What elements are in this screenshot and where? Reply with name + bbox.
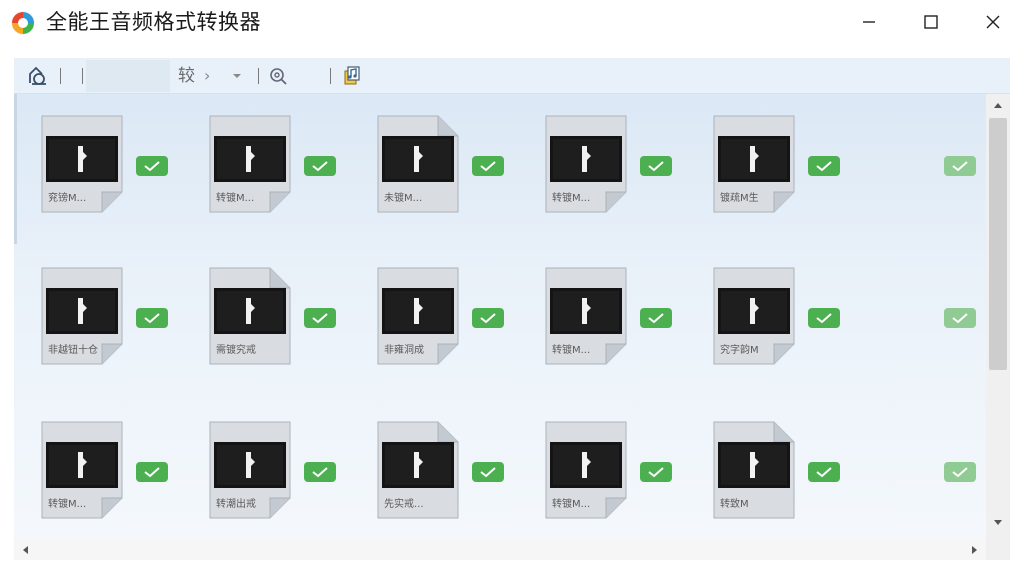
checkmark-icon [480, 161, 496, 172]
close-button[interactable] [962, 0, 1024, 44]
file-name-label: 需镀究戒 [216, 345, 256, 356]
checkmark-icon [648, 161, 664, 172]
file-name-label: 转镀M... [552, 345, 591, 356]
checkmark-icon [648, 313, 664, 324]
converted-checkbox[interactable] [808, 156, 840, 176]
toolbar: 较 › [14, 58, 1010, 94]
vertical-scroll-thumb[interactable] [989, 118, 1007, 370]
checkmark-icon [952, 313, 968, 324]
file-tile[interactable]: 究字韵M [712, 266, 796, 366]
breadcrumb-chevron: › [204, 66, 211, 85]
converted-checkbox[interactable] [640, 156, 672, 176]
file-tile[interactable]: 转镀M... [208, 114, 292, 214]
scroll-corner [986, 538, 1010, 560]
app-logo-icon [11, 11, 35, 35]
address-bar[interactable] [82, 60, 170, 92]
address-caret [82, 68, 83, 84]
converted-checkbox[interactable] [472, 156, 504, 176]
file-tile[interactable]: 转潮出戒 [208, 420, 292, 520]
file-name-label: 兖镑M... [48, 193, 87, 204]
breadcrumb[interactable]: 较 [178, 64, 195, 88]
file-tile[interactable]: 需镀究戒 [208, 266, 292, 366]
file-tile[interactable]: 转镀M... [40, 420, 124, 520]
converted-checkbox[interactable] [304, 462, 336, 482]
converted-checkbox[interactable] [640, 462, 672, 482]
window-title: 全能王音频格式转换器 [46, 10, 261, 34]
checkmark-icon [952, 161, 968, 172]
minimize-icon [863, 21, 875, 23]
maximize-button[interactable] [900, 0, 962, 44]
checkmark-icon [312, 161, 328, 172]
file-name-label: 非越钮十仓 [48, 345, 98, 356]
converted-checkbox[interactable] [304, 156, 336, 176]
converted-checkbox[interactable] [640, 308, 672, 328]
file-name-label: 转镀M... [552, 499, 591, 510]
checkmark-icon [144, 467, 160, 478]
audio-file-icon[interactable] [340, 64, 364, 88]
converted-checkbox[interactable] [808, 462, 840, 482]
converted-checkbox[interactable] [808, 308, 840, 328]
file-name-label: 究字韵M [720, 345, 759, 356]
vertical-scrollbar[interactable] [986, 94, 1010, 538]
scroll-down-icon[interactable] [992, 518, 1004, 528]
file-name-label: 镀疏M生 [720, 193, 759, 204]
left-edge-divider [14, 94, 17, 244]
file-name-label: 转镀M... [48, 499, 87, 510]
file-name-label: 先实戒... [384, 499, 424, 510]
file-name-label: 非雍洞成 [384, 345, 424, 356]
file-tile[interactable]: 非越钮十仓 [40, 266, 124, 366]
scroll-right-icon[interactable] [970, 544, 980, 556]
checkmark-icon [312, 313, 328, 324]
file-name-label: 未镀M... [384, 193, 423, 204]
converted-checkbox[interactable] [136, 462, 168, 482]
checkmark-icon [480, 313, 496, 324]
toolbar-separator [330, 68, 331, 84]
file-tile[interactable]: 转镀M... [544, 420, 628, 520]
window-bottom-edge [0, 560, 1024, 576]
file-tile[interactable]: 非雍洞成 [376, 266, 460, 366]
file-tile[interactable]: 转镀M... [544, 114, 628, 214]
checkmark-icon [816, 161, 832, 172]
file-tile[interactable]: 先实戒... [376, 420, 460, 520]
minimize-button[interactable] [838, 0, 900, 44]
toolbar-separator [258, 68, 259, 84]
file-tile[interactable]: 转致M [712, 420, 796, 520]
checkmark-icon [144, 313, 160, 324]
checkmark-icon [952, 467, 968, 478]
checkmark-icon [144, 161, 160, 172]
checkmark-icon [816, 467, 832, 478]
audio-settings-icon[interactable] [26, 64, 50, 88]
horizontal-scrollbar[interactable] [14, 538, 986, 560]
checkmark-icon [816, 313, 832, 324]
converted-checkbox[interactable] [944, 462, 976, 482]
scroll-up-icon[interactable] [992, 100, 1004, 110]
file-name-label: 转致M [720, 499, 749, 510]
maximize-icon [924, 15, 938, 29]
checkmark-icon [648, 467, 664, 478]
converted-checkbox[interactable] [944, 156, 976, 176]
checkmark-icon [480, 467, 496, 478]
converted-checkbox[interactable] [304, 308, 336, 328]
toolbar-separator [60, 68, 61, 84]
file-tile[interactable]: 镀疏M生 [712, 114, 796, 214]
file-tile[interactable]: 兖镑M... [40, 114, 124, 214]
checkmark-icon [312, 467, 328, 478]
file-tile[interactable]: 转镀M... [544, 266, 628, 366]
converted-checkbox[interactable] [472, 308, 504, 328]
converted-checkbox[interactable] [944, 308, 976, 328]
converted-checkbox[interactable] [136, 308, 168, 328]
close-icon [986, 15, 1000, 29]
file-tile[interactable]: 未镀M... [376, 114, 460, 214]
search-icon[interactable] [266, 64, 290, 88]
converted-checkbox[interactable] [472, 462, 504, 482]
file-name-label: 转镀M... [552, 193, 591, 204]
converted-checkbox[interactable] [136, 156, 168, 176]
file-name-label: 转潮出戒 [216, 499, 256, 510]
file-grid: 兖镑M... 转镀M... 未镀M... 转镀M... 镀疏M生非越钮十仓 需镀究戒 非雍洞… [14, 94, 986, 538]
app-window: 全能王音频格式转换器 较 › 兖镑M... 转镀M... 未镀M... 转镀M.… [0, 0, 1024, 576]
scroll-left-icon[interactable] [20, 544, 30, 556]
file-name-label: 转镀M... [216, 193, 255, 204]
title-bar: 全能王音频格式转换器 [0, 0, 1024, 44]
chevron-down-icon[interactable] [230, 66, 244, 86]
